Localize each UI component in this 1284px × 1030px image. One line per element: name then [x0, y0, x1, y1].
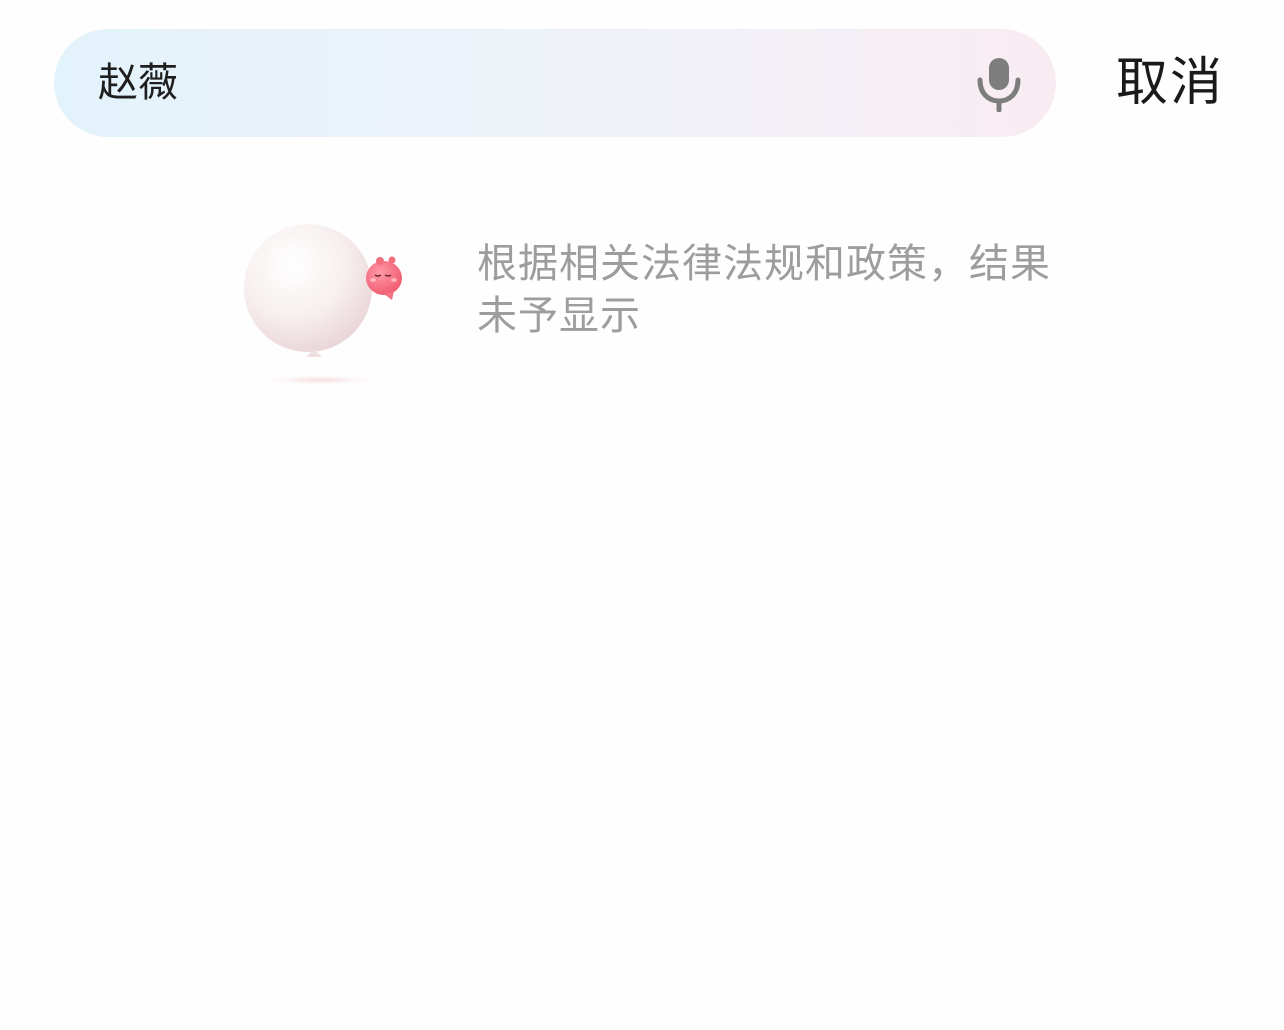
search-results-page: 取消	[0, 0, 1284, 1030]
balloon-mascot-illustration	[232, 212, 422, 394]
search-bar[interactable]	[54, 29, 1056, 137]
microphone-icon[interactable]	[972, 56, 1026, 112]
search-input[interactable]	[98, 29, 958, 137]
empty-result-message: 根据相关法律法规和政策，结果未予显示	[477, 241, 1051, 339]
cancel-button[interactable]: 取消	[1116, 48, 1224, 118]
